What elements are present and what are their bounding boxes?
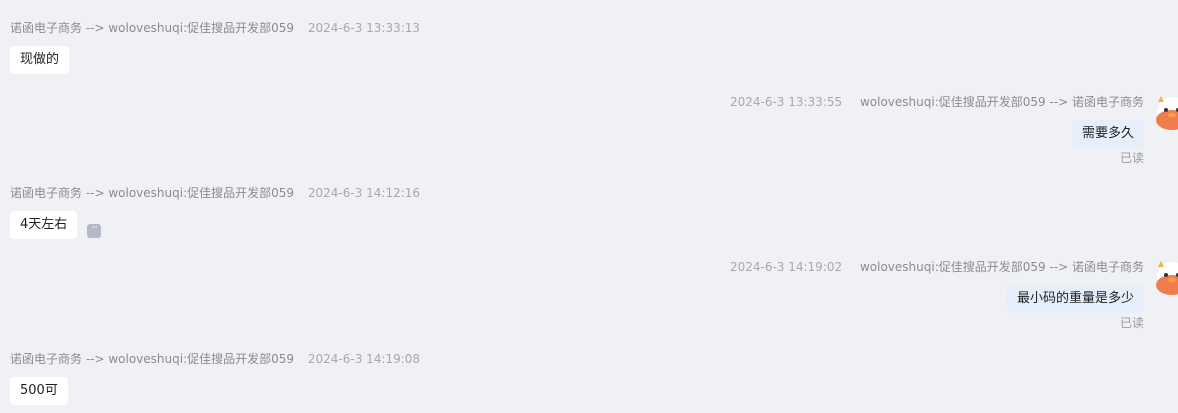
timestamp: 2024-6-3 14:19:02 <box>729 260 843 274</box>
timestamp: 2024-6-3 14:19:08 <box>307 352 421 366</box>
message-meta: 2024-6-3 13:33:55 woloveshuqi:促佳搜品开发部059… <box>730 94 1144 110</box>
message-bubble-incoming[interactable]: 500可 <box>10 377 68 405</box>
message-meta: 诺函电子商务 --> woloveshuqi:促佳搜品开发部059 2024-6… <box>10 20 420 36</box>
timestamp: 2024-6-3 14:12:16 <box>307 186 421 200</box>
message-bubble-incoming[interactable]: 现做的 <box>10 46 70 74</box>
message-meta: 2024-6-3 14:19:02 woloveshuqi:促佳搜品开发部059… <box>730 259 1144 275</box>
message-meta: 诺函电子商务 --> woloveshuqi:促佳搜品开发部059 2024-6… <box>10 185 420 201</box>
message-meta: 诺函电子商务 --> woloveshuqi:促佳搜品开发部059 2024-6… <box>10 351 420 367</box>
sender-label: woloveshuqi:促佳搜品开发部059 --> 诺函电子商务 <box>859 260 1144 274</box>
ellipsis-icon[interactable]: ··· <box>87 224 101 238</box>
message-bubble-outgoing[interactable]: 需要多久 <box>1071 120 1144 148</box>
read-status: 已读 <box>1119 151 1144 165</box>
message-bubble-outgoing[interactable]: 最小码的重量是多少 <box>1006 285 1144 313</box>
message-bubble-incoming[interactable]: 4天左右 <box>10 211 78 239</box>
sender-label: 诺函电子商务 --> woloveshuqi:促佳搜品开发部059 <box>10 186 295 200</box>
sender-label: 诺函电子商务 --> woloveshuqi:促佳搜品开发部059 <box>10 21 295 35</box>
timestamp: 2024-6-3 13:33:13 <box>307 21 421 35</box>
timestamp: 2024-6-3 13:33:55 <box>729 95 843 109</box>
avatar[interactable] <box>1152 259 1178 295</box>
read-status: 已读 <box>1119 316 1144 330</box>
avatar[interactable] <box>1152 94 1178 130</box>
sender-label: 诺函电子商务 --> woloveshuqi:促佳搜品开发部059 <box>10 352 295 366</box>
sender-label: woloveshuqi:促佳搜品开发部059 --> 诺函电子商务 <box>859 95 1144 109</box>
